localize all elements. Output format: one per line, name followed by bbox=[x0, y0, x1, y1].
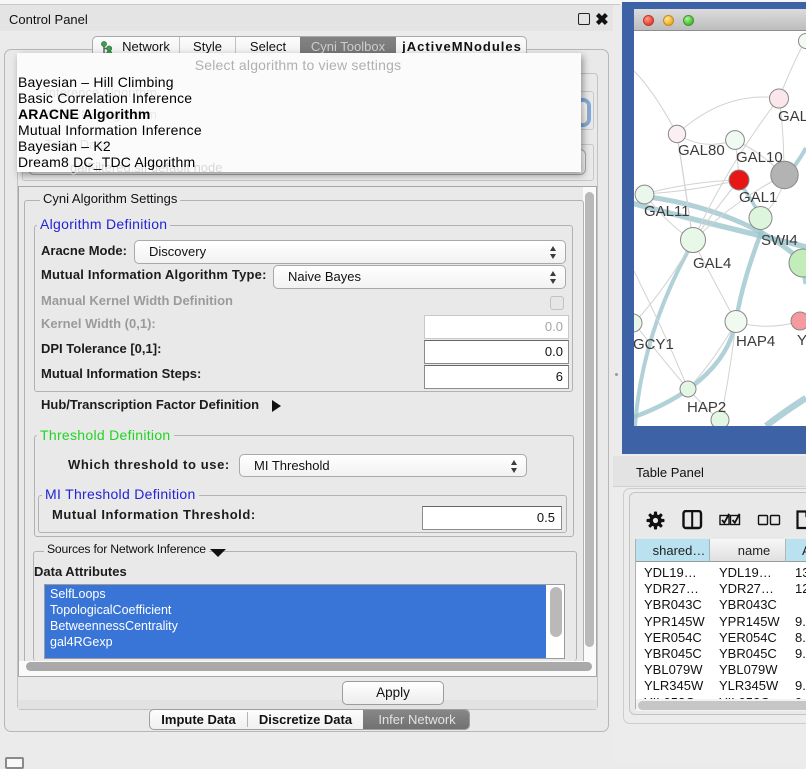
svg-text:GAL10: GAL10 bbox=[736, 149, 783, 166]
svg-text:SWI4: SWI4 bbox=[761, 232, 798, 249]
svg-text:Y: Y bbox=[797, 332, 806, 349]
svg-text:HAP2: HAP2 bbox=[687, 399, 726, 416]
svg-text:GAL80: GAL80 bbox=[678, 142, 725, 159]
svg-text:HAP4: HAP4 bbox=[736, 333, 775, 350]
svg-text:GAL11: GAL11 bbox=[644, 203, 690, 220]
svg-text:GAL7: GAL7 bbox=[778, 108, 806, 125]
svg-text:GCY1: GCY1 bbox=[634, 336, 674, 353]
svg-text:GAL4: GAL4 bbox=[693, 255, 731, 272]
svg-text:GAL1: GAL1 bbox=[739, 189, 777, 206]
